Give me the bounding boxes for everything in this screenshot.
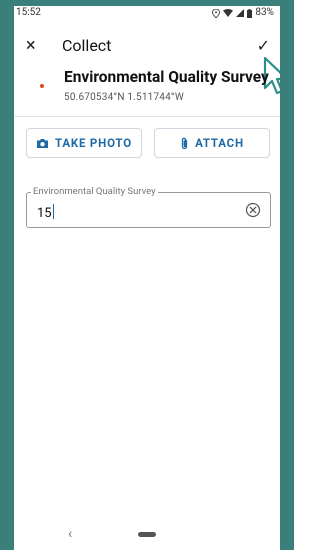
close-icon[interactable]: × <box>26 36 36 56</box>
field-value[interactable]: 15 <box>37 204 55 221</box>
attach-button[interactable]: ATTACH <box>154 128 270 158</box>
nav-home-pill[interactable] <box>138 532 156 537</box>
field-value-text: 15 <box>37 206 52 221</box>
status-time: 15:52 <box>16 7 41 18</box>
text-caret <box>52 204 55 219</box>
app-screen: 15:52 83% × Collect ✓ Environmental Qual… <box>14 6 280 550</box>
status-bar: 15:52 83% <box>14 6 280 20</box>
nav-back-icon[interactable]: ‹ <box>68 526 72 542</box>
survey-answer-field[interactable]: Environmental Quality Survey 15 <box>26 186 271 228</box>
divider <box>14 116 280 117</box>
page-title: Collect <box>62 36 112 55</box>
field-label: Environmental Quality Survey <box>31 186 158 197</box>
form-title: Environmental Quality Survey <box>64 68 269 86</box>
take-photo-button[interactable]: TAKE PHOTO <box>26 128 142 158</box>
system-nav-bar: ‹ <box>14 518 280 550</box>
form-header: Environmental Quality Survey 50.670534°N… <box>14 68 280 108</box>
submit-check-icon[interactable]: ✓ <box>257 36 270 56</box>
cell-signal-icon <box>236 9 245 17</box>
location-pin-icon <box>40 84 44 88</box>
status-icons: 83% <box>212 6 274 20</box>
location-icon <box>212 8 221 18</box>
battery-icon <box>247 8 253 18</box>
take-photo-label: TAKE PHOTO <box>55 136 132 150</box>
coordinates: 50.670534°N 1.511744°W <box>64 92 184 103</box>
wifi-icon <box>223 9 234 17</box>
battery-percent: 83% <box>255 7 274 18</box>
camera-icon <box>37 138 49 148</box>
paperclip-icon <box>181 137 188 149</box>
clear-icon[interactable] <box>244 201 262 219</box>
attach-label: ATTACH <box>195 136 244 150</box>
app-bar: × Collect ✓ <box>14 28 280 64</box>
device-frame: 15:52 83% × Collect ✓ Environmental Qual… <box>0 0 294 550</box>
